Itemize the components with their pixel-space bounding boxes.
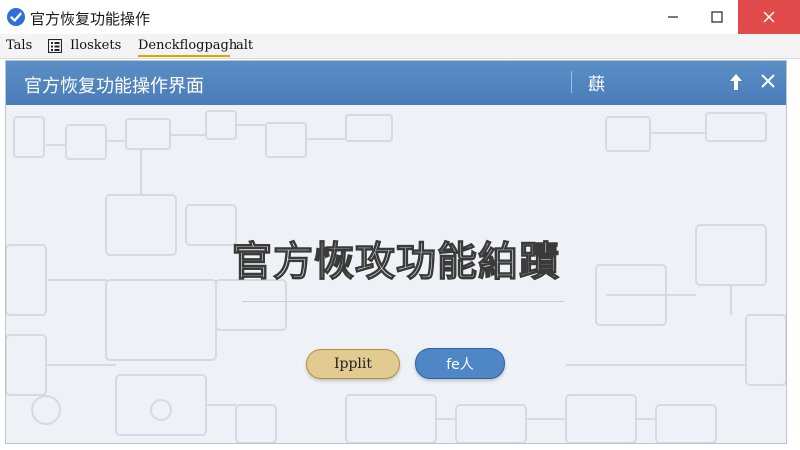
close-icon[interactable] bbox=[760, 73, 776, 89]
minimize-icon bbox=[668, 16, 678, 18]
header-divider bbox=[571, 71, 572, 93]
menu-bar: Tals Iloskets Denckflogpagh alt bbox=[0, 34, 800, 59]
dialog-title: 官方恢复功能操作界面 bbox=[24, 76, 204, 97]
menu-item-alt[interactable]: alt bbox=[236, 38, 253, 53]
up-arrow-icon[interactable] bbox=[728, 72, 744, 92]
menu-item-iloskets[interactable]: Iloskets bbox=[70, 38, 121, 53]
list-icon bbox=[48, 39, 62, 53]
close-icon bbox=[763, 11, 775, 23]
heading-divider bbox=[242, 301, 564, 302]
dialog-header: 官方恢复功能操作界面 蕻 bbox=[6, 61, 786, 105]
maximize-button[interactable] bbox=[694, 0, 740, 34]
active-menu-underline bbox=[138, 55, 230, 57]
apply-button[interactable]: Ipplit bbox=[306, 349, 400, 379]
recovery-dialog: 官方恢复功能操作界面 蕻 官方恢攻功能絈蹟 Ipplit fe人 bbox=[5, 60, 787, 444]
menu-item-denckflogpagh[interactable]: Denckflogpagh bbox=[138, 38, 237, 53]
minimize-button[interactable] bbox=[650, 0, 696, 34]
window-title: 官方恢复功能操作 bbox=[30, 10, 151, 28]
maximize-icon bbox=[711, 11, 723, 23]
header-glyph[interactable]: 蕻 bbox=[588, 70, 605, 95]
body-heading: 官方恢攻功能絈蹟 bbox=[231, 238, 560, 285]
dialog-body: 官方恢攻功能絈蹟 Ipplit fe人 bbox=[6, 105, 786, 443]
menu-item-tals[interactable]: Tals bbox=[6, 38, 32, 53]
window-close-button[interactable] bbox=[738, 0, 800, 34]
checkmark-shield-icon bbox=[7, 8, 25, 26]
secondary-action-button[interactable]: fe人 bbox=[415, 348, 505, 379]
window-titlebar: 官方恢复功能操作 bbox=[0, 0, 800, 34]
